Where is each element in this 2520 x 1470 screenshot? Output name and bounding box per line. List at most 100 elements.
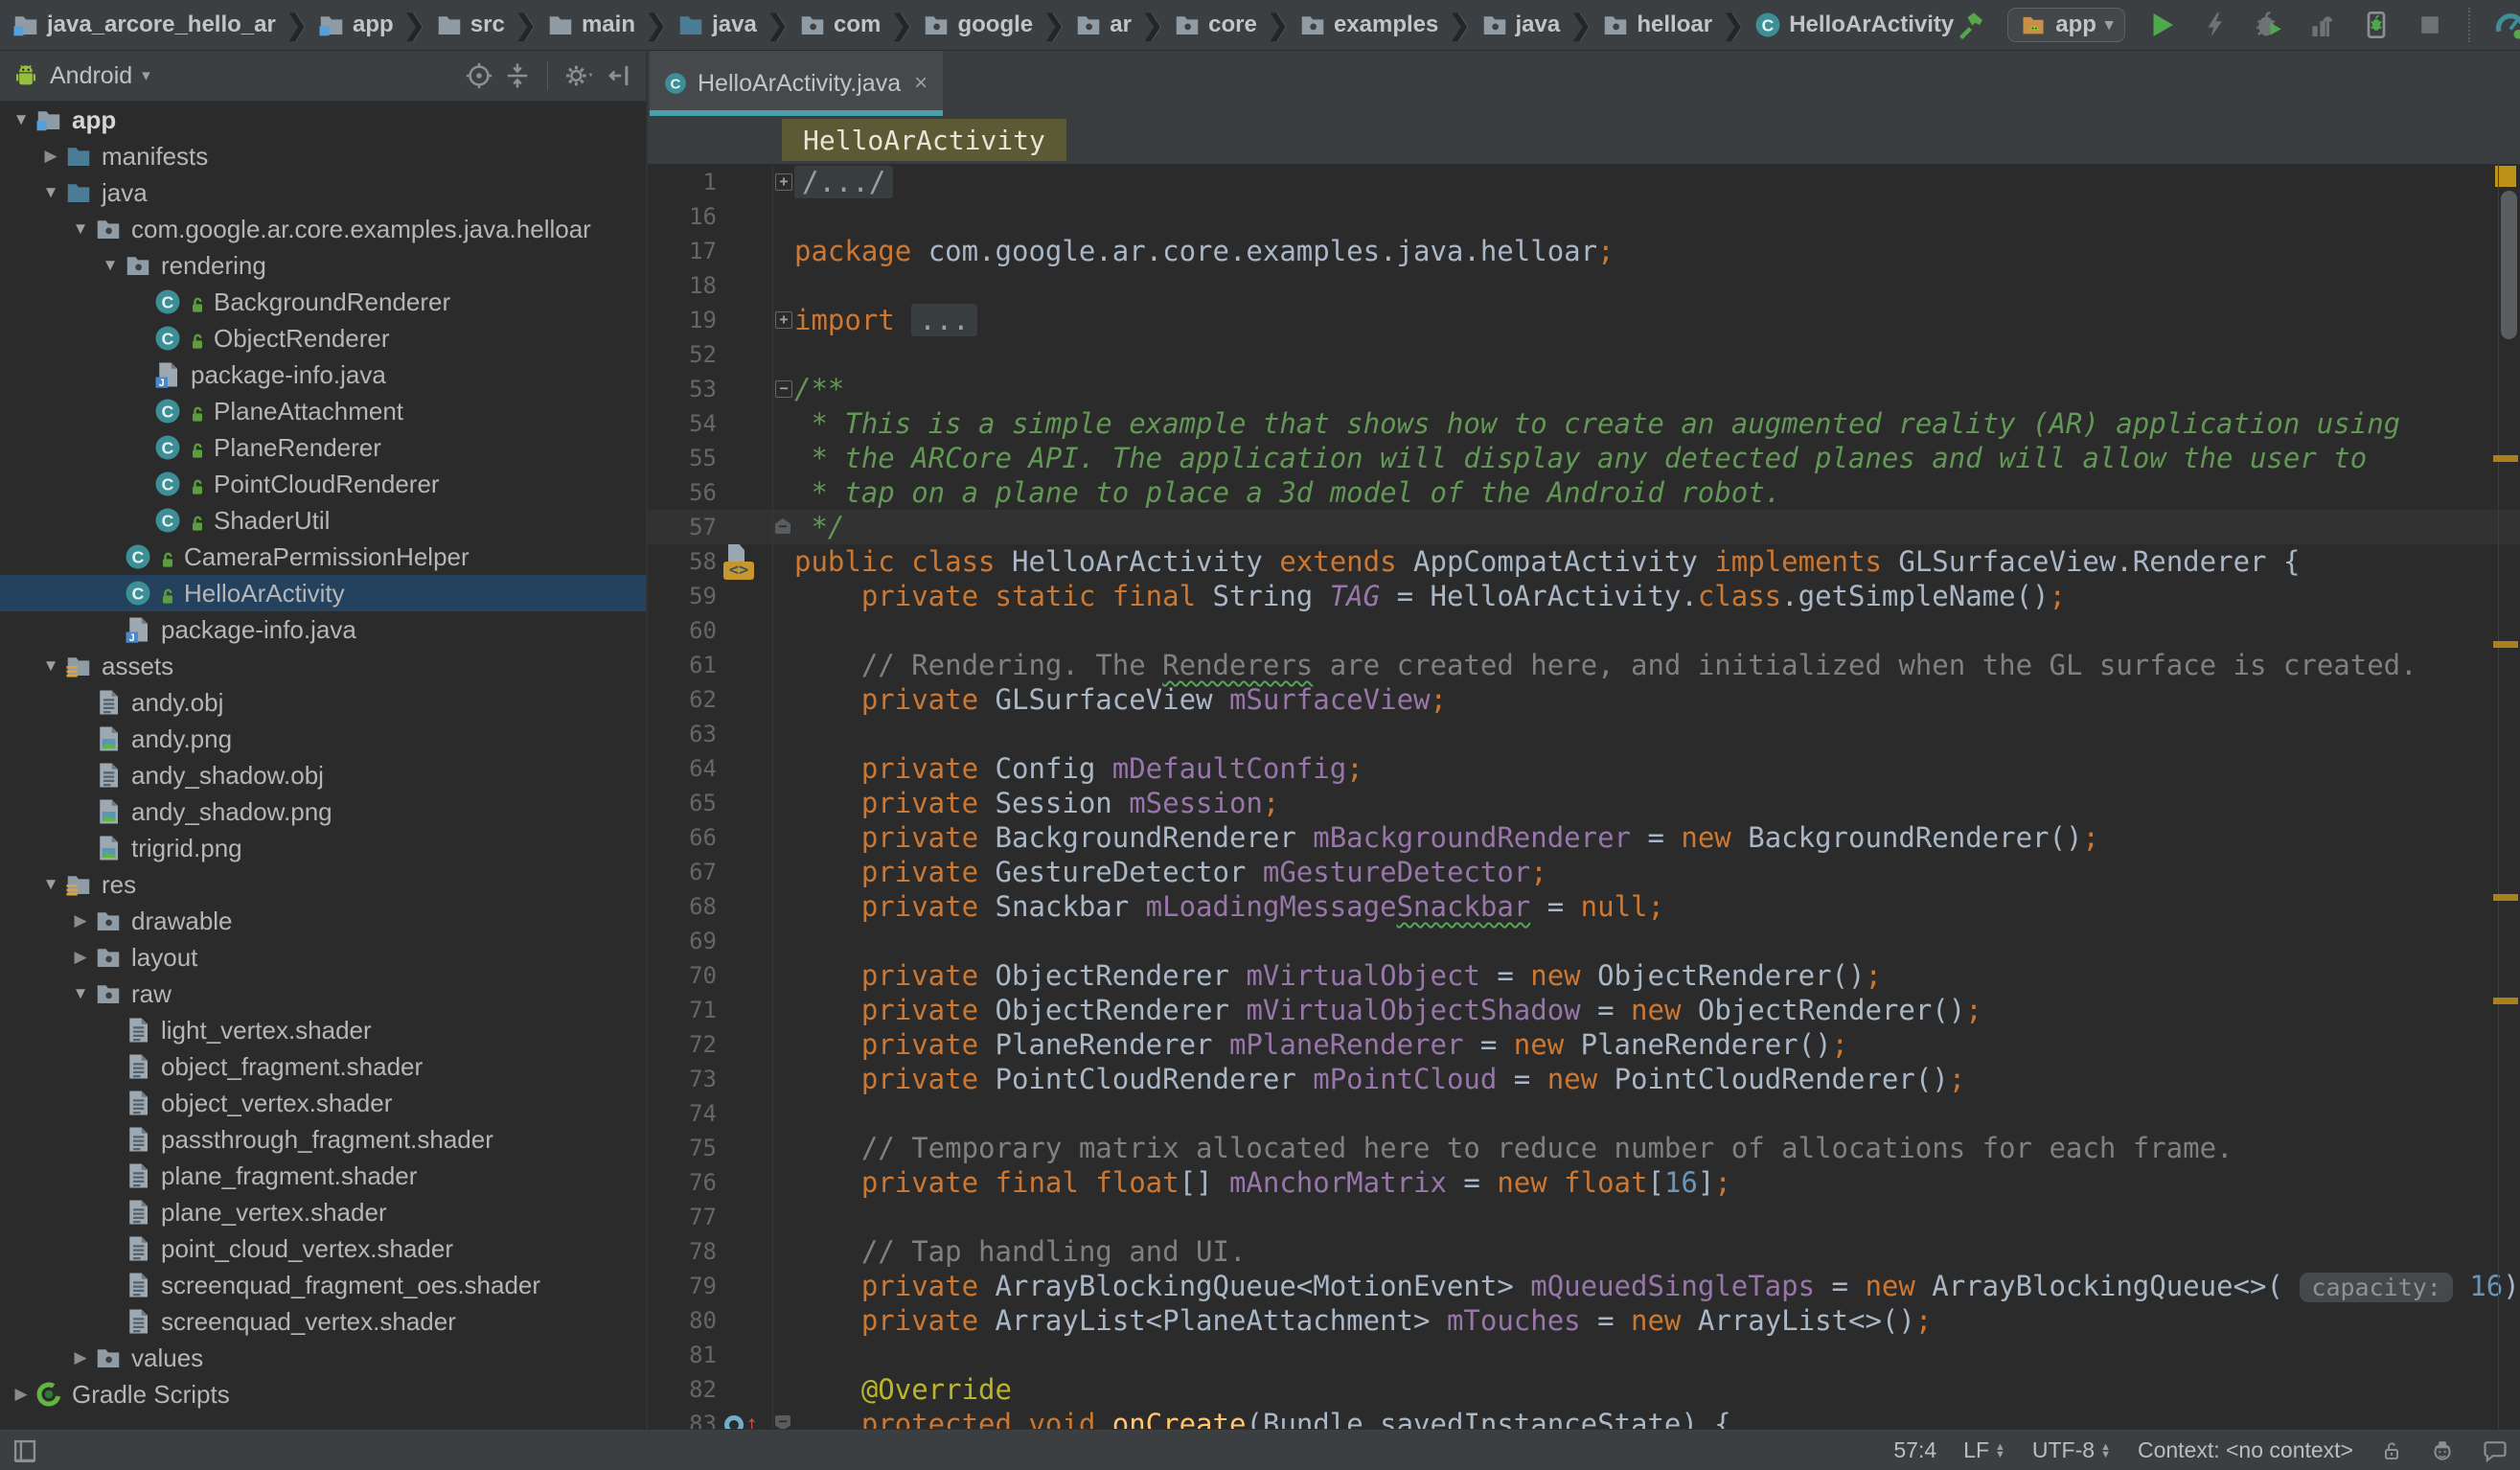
code-line-71[interactable]: 71 private ObjectRenderer mVirtualObject… (648, 993, 2520, 1027)
chevron-expanded-icon[interactable]: ▼ (37, 656, 64, 676)
code-line-74[interactable]: 74 (648, 1096, 2520, 1131)
code-line-58[interactable]: 58<>public class HelloArActivity extends… (648, 544, 2520, 579)
code-editor[interactable]: 1+/.../1617package com.google.ar.core.ex… (648, 165, 2520, 1429)
locate-file-icon[interactable] (465, 61, 493, 90)
fold-marker-plus[interactable]: + (775, 311, 792, 329)
code-line-77[interactable]: 77 (648, 1200, 2520, 1234)
breadcrumb-item-google[interactable]: google (922, 11, 1033, 39)
event-log-icon[interactable] (2482, 1437, 2509, 1464)
editor-scrollbar[interactable] (2501, 191, 2517, 339)
code-line-70[interactable]: 70 private ObjectRenderer mVirtualObject… (648, 958, 2520, 993)
breadcrumb-item-helloar[interactable]: helloar (1601, 11, 1712, 39)
error-stripe-mark[interactable] (2493, 894, 2518, 901)
tree-item-manifests[interactable]: ▶manifests (0, 138, 646, 174)
attach-debugger-button[interactable] (2359, 8, 2394, 42)
code-line-52[interactable]: 52 (648, 337, 2520, 372)
close-icon[interactable]: × (914, 72, 928, 95)
chevron-collapsed-icon[interactable]: ▶ (67, 1348, 94, 1367)
tree-item-gradle-scripts[interactable]: ▶Gradle Scripts (0, 1376, 646, 1413)
stop-button[interactable] (2413, 8, 2447, 42)
tree-item-helloaractivity[interactable]: CHelloArActivity (0, 575, 646, 611)
caret-position[interactable]: 57:4 (1893, 1437, 1936, 1463)
code-line-16[interactable]: 16 (648, 199, 2520, 234)
code-line-59[interactable]: 59 private static final String TAG = Hel… (648, 579, 2520, 613)
code-line-60[interactable]: 60 (648, 613, 2520, 648)
debug-button[interactable] (2252, 8, 2286, 42)
code-line-18[interactable]: 18 (648, 268, 2520, 303)
tree-item-assets[interactable]: ▼assets (0, 648, 646, 684)
tree-item-plane-vertex-shader[interactable]: plane_vertex.shader (0, 1194, 646, 1230)
code-line-56[interactable]: 56 * tap on a plane to place a 3d model … (648, 475, 2520, 510)
chevron-expanded-icon[interactable]: ▼ (37, 183, 64, 202)
code-line-72[interactable]: 72 private PlaneRenderer mPlaneRenderer … (648, 1027, 2520, 1062)
code-line-76[interactable]: 76 private final float[] mAnchorMatrix =… (648, 1165, 2520, 1200)
chevron-expanded-icon[interactable]: ▼ (67, 219, 94, 239)
code-line-55[interactable]: 55 * the ARCore API. The application wil… (648, 441, 2520, 475)
code-line-81[interactable]: 81 (648, 1338, 2520, 1372)
tree-item-passthrough-fragment-shader[interactable]: passthrough_fragment.shader (0, 1121, 646, 1158)
tree-item-pointcloudrenderer[interactable]: CPointCloudRenderer (0, 466, 646, 502)
tree-item-planerenderer[interactable]: CPlaneRenderer (0, 429, 646, 466)
code-line-17[interactable]: 17package com.google.ar.core.examples.ja… (648, 234, 2520, 268)
chevron-expanded-icon[interactable]: ▼ (67, 984, 94, 1003)
error-stripe-mark[interactable] (2493, 641, 2518, 648)
breadcrumb-item-java_arcore_hello_ar[interactable]: java_arcore_hello_ar (11, 11, 276, 39)
code-line-57[interactable]: 57− */ (648, 510, 2520, 544)
code-line-69[interactable]: 69 (648, 924, 2520, 958)
breadcrumb-item-examples[interactable]: examples (1298, 11, 1438, 39)
gear-icon[interactable] (563, 61, 596, 90)
breadcrumb-item-ar[interactable]: ar (1074, 11, 1132, 39)
code-line-19[interactable]: 19+import ... (648, 303, 2520, 337)
tree-item-layout[interactable]: ▶layout (0, 939, 646, 976)
code-line-66[interactable]: 66 private BackgroundRenderer mBackgroun… (648, 820, 2520, 855)
fold-marker-minus[interactable]: − (775, 380, 792, 398)
tree-item-values[interactable]: ▶values (0, 1340, 646, 1376)
breadcrumb-item-src[interactable]: src (435, 11, 505, 39)
breadcrumb-item-app[interactable]: app (317, 11, 394, 39)
unlock-icon[interactable] (2380, 1438, 2403, 1463)
code-line-79[interactable]: 79 private ArrayBlockingQueue<MotionEven… (648, 1269, 2520, 1303)
tree-item-rendering[interactable]: ▼rendering (0, 247, 646, 284)
make-project-button[interactable] (1954, 8, 1988, 42)
tree-item-shaderutil[interactable]: CShaderUtil (0, 502, 646, 539)
tree-item-planeattachment[interactable]: CPlaneAttachment (0, 393, 646, 429)
tree-item-object-fragment-shader[interactable]: object_fragment.shader (0, 1048, 646, 1085)
tree-item-light-vertex-shader[interactable]: light_vertex.shader (0, 1012, 646, 1048)
tree-item-point-cloud-vertex-shader[interactable]: point_cloud_vertex.shader (0, 1230, 646, 1267)
tree-item-trigrid-png[interactable]: trigrid.png (0, 830, 646, 866)
error-stripe-mark[interactable] (2493, 455, 2518, 462)
related-layout-icon[interactable]: <> (723, 562, 754, 580)
tree-item-object-vertex-shader[interactable]: object_vertex.shader (0, 1085, 646, 1121)
tree-item-raw[interactable]: ▼raw (0, 976, 646, 1012)
tree-item-package-info-java[interactable]: Jpackage-info.java (0, 611, 646, 648)
tree-item-plane-fragment-shader[interactable]: plane_fragment.shader (0, 1158, 646, 1194)
context-widget[interactable]: Context: <no context> (2138, 1437, 2353, 1463)
hide-panel-icon[interactable] (606, 61, 634, 90)
tree-item-res[interactable]: ▼res (0, 866, 646, 903)
highlighting-level-icon[interactable] (2430, 1437, 2455, 1464)
code-line-64[interactable]: 64 private Config mDefaultConfig; (648, 751, 2520, 786)
avd-manager-button[interactable] (2493, 8, 2520, 42)
tree-item-package-info-java[interactable]: Jpackage-info.java (0, 356, 646, 393)
breadcrumb-item-helloaractivity[interactable]: CHelloArActivity (1753, 11, 1954, 39)
tree-item-andy-shadow-obj[interactable]: andy_shadow.obj (0, 757, 646, 793)
fold-marker-plus[interactable]: + (775, 173, 792, 191)
code-line-53[interactable]: 53−/** (648, 372, 2520, 406)
line-separator-widget[interactable]: LF▲▼ (1963, 1437, 2005, 1463)
chevron-collapsed-icon[interactable]: ▶ (8, 1385, 34, 1404)
instant-run-button[interactable] (2198, 8, 2233, 42)
breadcrumb-item-core[interactable]: core (1173, 11, 1257, 39)
code-line-65[interactable]: 65 private Session mSession; (648, 786, 2520, 820)
error-stripe-mark[interactable] (2493, 998, 2518, 1004)
tree-item-camerapermissionhelper[interactable]: CCameraPermissionHelper (0, 539, 646, 575)
tree-item-drawable[interactable]: ▶drawable (0, 903, 646, 939)
chevron-collapsed-icon[interactable]: ▶ (67, 948, 94, 967)
code-line-78[interactable]: 78 // Tap handling and UI. (648, 1234, 2520, 1269)
project-view-selector[interactable]: Android (50, 62, 132, 90)
code-line-75[interactable]: 75 // Temporary matrix allocated here to… (648, 1131, 2520, 1165)
code-line-83[interactable]: 83↑− protected void onCreate(Bundle save… (648, 1407, 2520, 1429)
tree-item-backgroundrenderer[interactable]: CBackgroundRenderer (0, 284, 646, 320)
encoding-widget[interactable]: UTF-8▲▼ (2032, 1437, 2111, 1463)
toolwindow-toggle-icon[interactable] (11, 1437, 38, 1464)
tree-item-com-google-ar-core-examples-java-helloar[interactable]: ▼com.google.ar.core.examples.java.helloa… (0, 211, 646, 247)
